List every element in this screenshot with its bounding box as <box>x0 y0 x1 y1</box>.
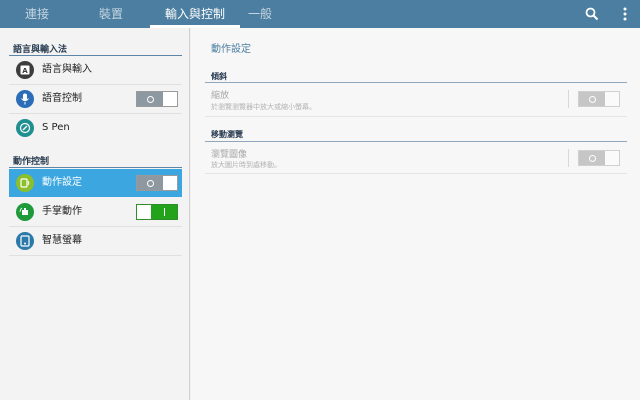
sidebar-item-voice-control[interactable]: 語音控制 <box>9 85 182 113</box>
browse-images-toggle[interactable] <box>578 150 620 166</box>
zoom-toggle[interactable] <box>578 91 620 107</box>
browse-images-title: 瀏覽圖像 <box>211 150 248 160</box>
section-divider <box>205 82 627 83</box>
keyboard-icon: A <box>16 61 34 79</box>
vertical-divider <box>568 90 569 108</box>
tab-connections[interactable]: 連接 <box>10 0 64 28</box>
palm-motion-toggle[interactable] <box>136 204 178 220</box>
top-tab-bar: 連接 裝置 輸入與控制 一般 <box>0 0 640 28</box>
sidebar-item-motion-settings[interactable]: 動作設定 <box>9 169 182 197</box>
sidebar-item-smart-screen[interactable]: 智慧螢幕 <box>9 227 182 255</box>
section-header-tilt: 傾斜 <box>211 72 227 81</box>
sidebar: 語言與輸入法 A 語言與輸入 語音控制 S Pen 動作控制 動作設定 手掌動作… <box>0 28 190 400</box>
svg-text:A: A <box>22 67 28 75</box>
palm-motion-icon <box>16 203 34 221</box>
tab-general[interactable]: 一般 <box>240 0 280 28</box>
sidebar-item-palm-motion[interactable]: 手掌動作 <box>9 198 182 226</box>
motion-icon <box>16 174 34 192</box>
pen-icon <box>16 119 34 137</box>
sidebar-item-label: S Pen <box>42 122 70 133</box>
sidebar-item-label: 語言與輸入 <box>42 64 92 75</box>
row-divider <box>205 116 627 117</box>
tab-input-and-control[interactable]: 輸入與控制 <box>150 0 240 28</box>
tab-device[interactable]: 裝置 <box>84 0 138 28</box>
zoom-setting-description: 於瀏覽瀏覽器中放大或縮小螢幕。 <box>211 103 316 111</box>
more-options-button[interactable] <box>614 0 636 28</box>
browse-images-description: 放大圖片時到處移動。 <box>211 161 281 169</box>
search-icon <box>585 7 599 21</box>
row-divider <box>205 173 627 174</box>
sidebar-item-language-input[interactable]: A 語言與輸入 <box>9 56 182 84</box>
sidebar-item-s-pen[interactable]: S Pen <box>9 114 182 142</box>
sidebar-item-label: 語音控制 <box>42 93 82 104</box>
sidebar-item-label: 手掌動作 <box>42 206 82 217</box>
voice-control-toggle[interactable] <box>136 91 178 107</box>
section-header-motion-control: 動作控制 <box>13 157 50 167</box>
page-title: 動作設定 <box>211 44 251 55</box>
section-divider <box>205 141 627 142</box>
item-divider <box>9 255 182 256</box>
sidebar-item-label: 動作設定 <box>42 177 82 188</box>
search-button[interactable] <box>581 0 603 28</box>
zoom-setting-title: 縮放 <box>211 91 230 101</box>
section-header-panning: 移動瀏覽 <box>211 130 243 139</box>
motion-settings-toggle[interactable] <box>136 175 178 191</box>
more-vert-icon <box>623 7 627 21</box>
section-header-language-input: 語言與輸入法 <box>13 45 68 55</box>
microphone-icon <box>16 90 34 108</box>
vertical-divider <box>568 149 569 167</box>
main-panel: 動作設定 傾斜 縮放 於瀏覽瀏覽器中放大或縮小螢幕。 移動瀏覽 瀏覽圖像 放大圖… <box>191 28 640 400</box>
section-divider <box>9 167 182 168</box>
smart-screen-icon <box>16 232 34 250</box>
sidebar-item-label: 智慧螢幕 <box>42 235 82 246</box>
